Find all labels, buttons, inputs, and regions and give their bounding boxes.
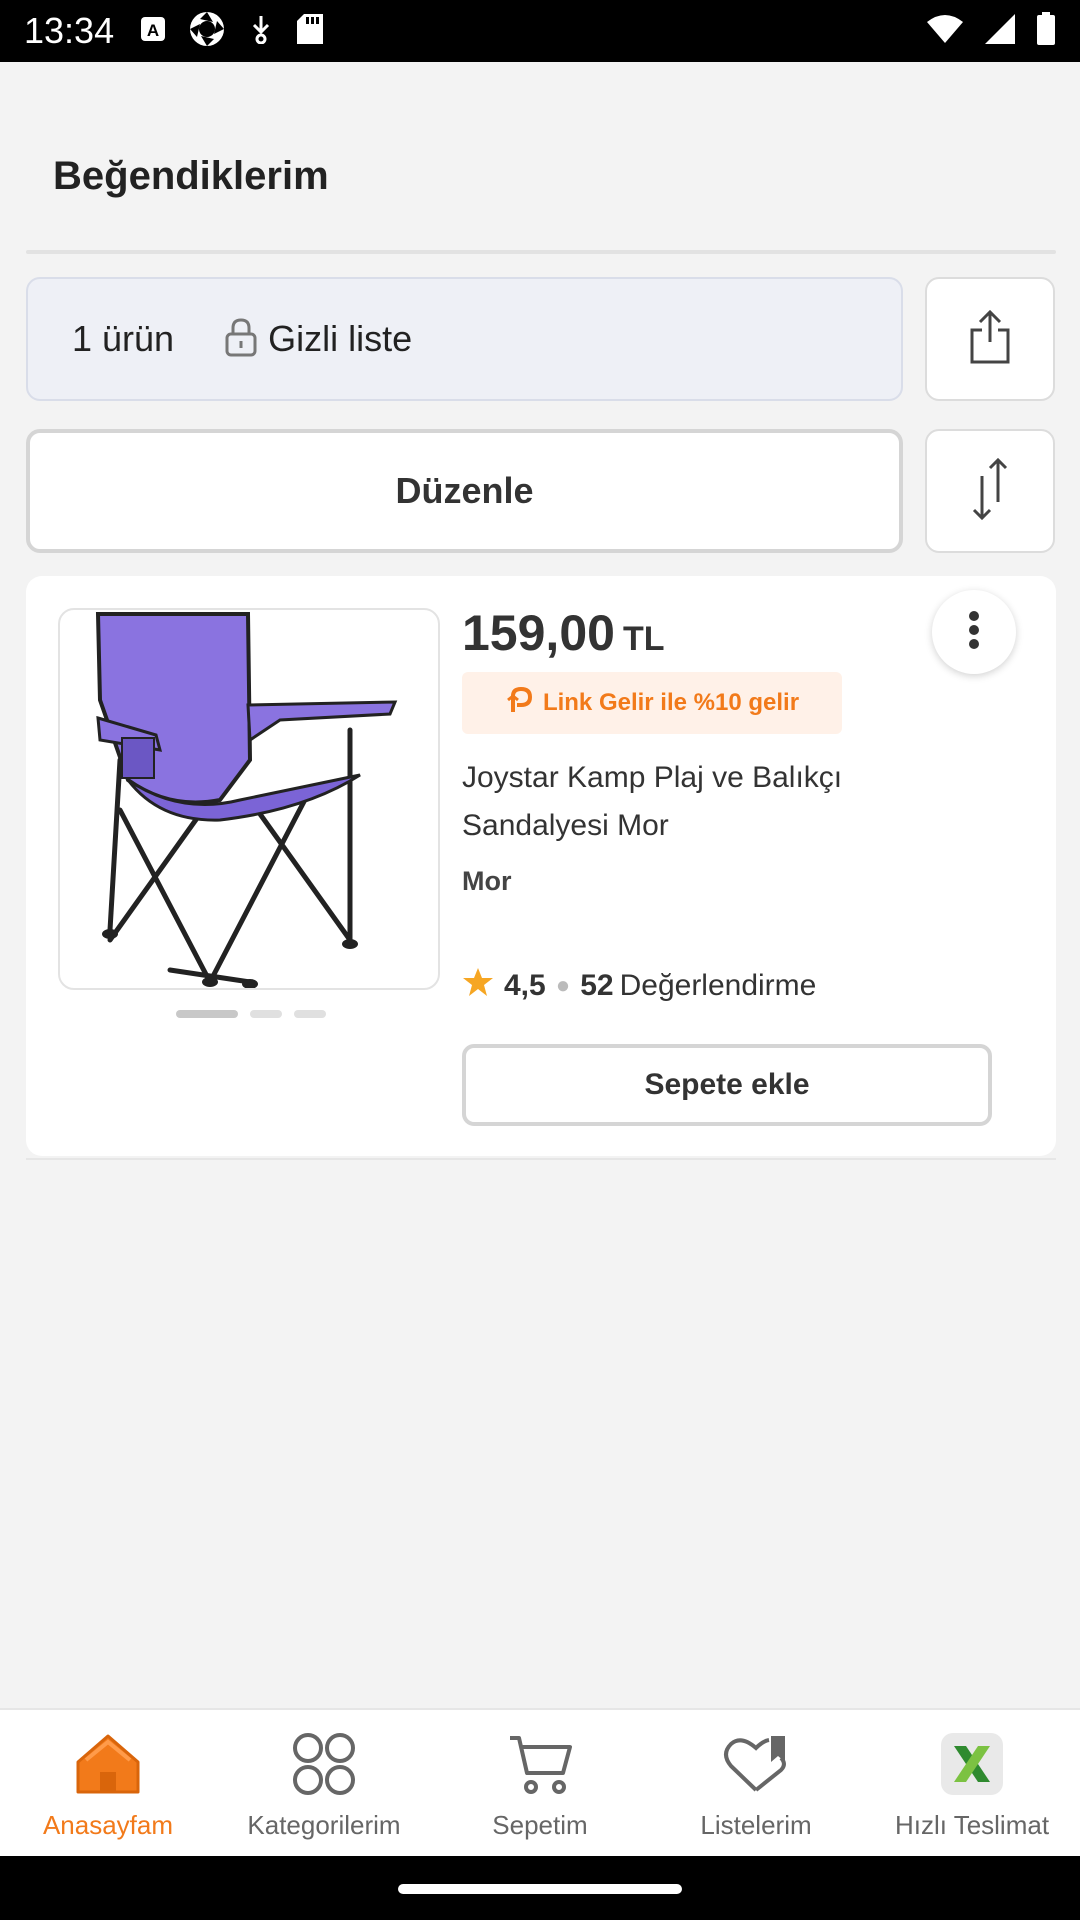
home-icon xyxy=(72,1732,144,1796)
rating-value: 4,5 xyxy=(504,969,546,1002)
nav-label-cart: Sepetim xyxy=(492,1810,588,1840)
card-bottom-divider xyxy=(26,1158,1056,1160)
privacy-status: Gizli liste xyxy=(224,317,412,362)
product-title[interactable]: Joystar Kamp Plaj ve Balıkçı Sandalyesi … xyxy=(462,754,942,850)
share-icon xyxy=(966,308,1014,371)
promo-text: Link Gelir ile %10 gelir xyxy=(542,689,800,716)
nav-label-home: Anasayfam xyxy=(42,1810,174,1840)
add-to-cart-button[interactable]: Sepete ekle xyxy=(462,1044,992,1126)
nav-item-fast-delivery[interactable]: Hızlı Teslimat xyxy=(864,1710,1080,1856)
wifi-icon xyxy=(926,14,964,49)
pager-dot xyxy=(294,1010,326,1018)
link-gelir-icon xyxy=(505,686,533,721)
signal-icon xyxy=(984,13,1016,50)
bottom-navigation: Anasayfam Kategorilerim Sepetim Listeler… xyxy=(0,1708,1080,1856)
fast-delivery-icon xyxy=(936,1732,1008,1796)
star-icon xyxy=(462,966,494,1006)
nav-item-categories[interactable]: Kategorilerim xyxy=(216,1710,432,1856)
item-count: 1 ürün xyxy=(72,318,175,359)
list-info-box: 1 ürün Gizli liste xyxy=(26,277,903,401)
status-system-icons xyxy=(926,11,1056,51)
sort-arrows-icon xyxy=(966,456,1014,527)
rating-separator-dot: ● xyxy=(555,972,571,999)
svg-text:A: A xyxy=(147,21,159,40)
nav-item-lists[interactable]: Listelerim xyxy=(648,1710,864,1856)
price-currency: TL xyxy=(622,620,665,658)
camping-chair-illustration xyxy=(95,612,398,988)
product-variant: Mor xyxy=(462,866,512,896)
lists-heart-icon xyxy=(720,1732,792,1796)
camera-shutter-icon xyxy=(188,10,226,53)
app-notification-icon: A xyxy=(140,16,166,47)
nav-label-lists: Listelerim xyxy=(700,1810,812,1840)
pager-dot-active xyxy=(176,1010,238,1018)
share-button[interactable] xyxy=(925,277,1055,401)
status-bar: 13:34 A xyxy=(0,0,1080,62)
status-notification-icons: A xyxy=(140,10,324,53)
product-price: 159,00 TL xyxy=(462,604,664,662)
lock-icon xyxy=(224,317,258,362)
system-gesture-bar xyxy=(0,1856,1080,1920)
promo-badge[interactable]: Link Gelir ile %10 gelir xyxy=(462,672,842,734)
edit-button[interactable]: Düzenle xyxy=(26,429,903,553)
download-icon xyxy=(248,14,274,49)
review-count: 52 xyxy=(580,969,614,1002)
product-image[interactable] xyxy=(58,608,440,990)
product-rating: 4,5 ● 52 Değerlendirme xyxy=(462,966,816,1006)
review-label: Değerlendirme xyxy=(619,969,817,1002)
nav-label-fast-delivery: Hızlı Teslimat xyxy=(894,1810,1050,1840)
nav-item-cart[interactable]: Sepetim xyxy=(432,1710,648,1856)
page-header: Beğendiklerim xyxy=(0,62,1080,252)
home-gesture-handle[interactable] xyxy=(398,1884,682,1894)
page-title: Beğendiklerim xyxy=(53,154,329,198)
sd-card-icon xyxy=(296,13,324,50)
pager-dot xyxy=(250,1010,282,1018)
vertical-dots-icon xyxy=(968,610,980,655)
battery-icon xyxy=(1036,11,1056,51)
privacy-label: Gizli liste xyxy=(268,318,413,359)
price-value: 159,00 xyxy=(462,605,615,661)
status-time: 13:34 xyxy=(24,10,115,51)
categories-icon xyxy=(288,1732,360,1796)
cart-icon xyxy=(504,1732,576,1796)
more-options-button[interactable] xyxy=(932,590,1016,674)
nav-label-categories: Kategorilerim xyxy=(247,1810,401,1840)
sort-button[interactable] xyxy=(925,429,1055,553)
nav-item-home[interactable]: Anasayfam xyxy=(0,1710,216,1856)
header-divider xyxy=(26,250,1056,254)
product-card[interactable]: 159,00 TL Link Gelir ile %10 gelir Joysta… xyxy=(26,576,1056,1156)
image-pager-dots xyxy=(176,1010,326,1018)
